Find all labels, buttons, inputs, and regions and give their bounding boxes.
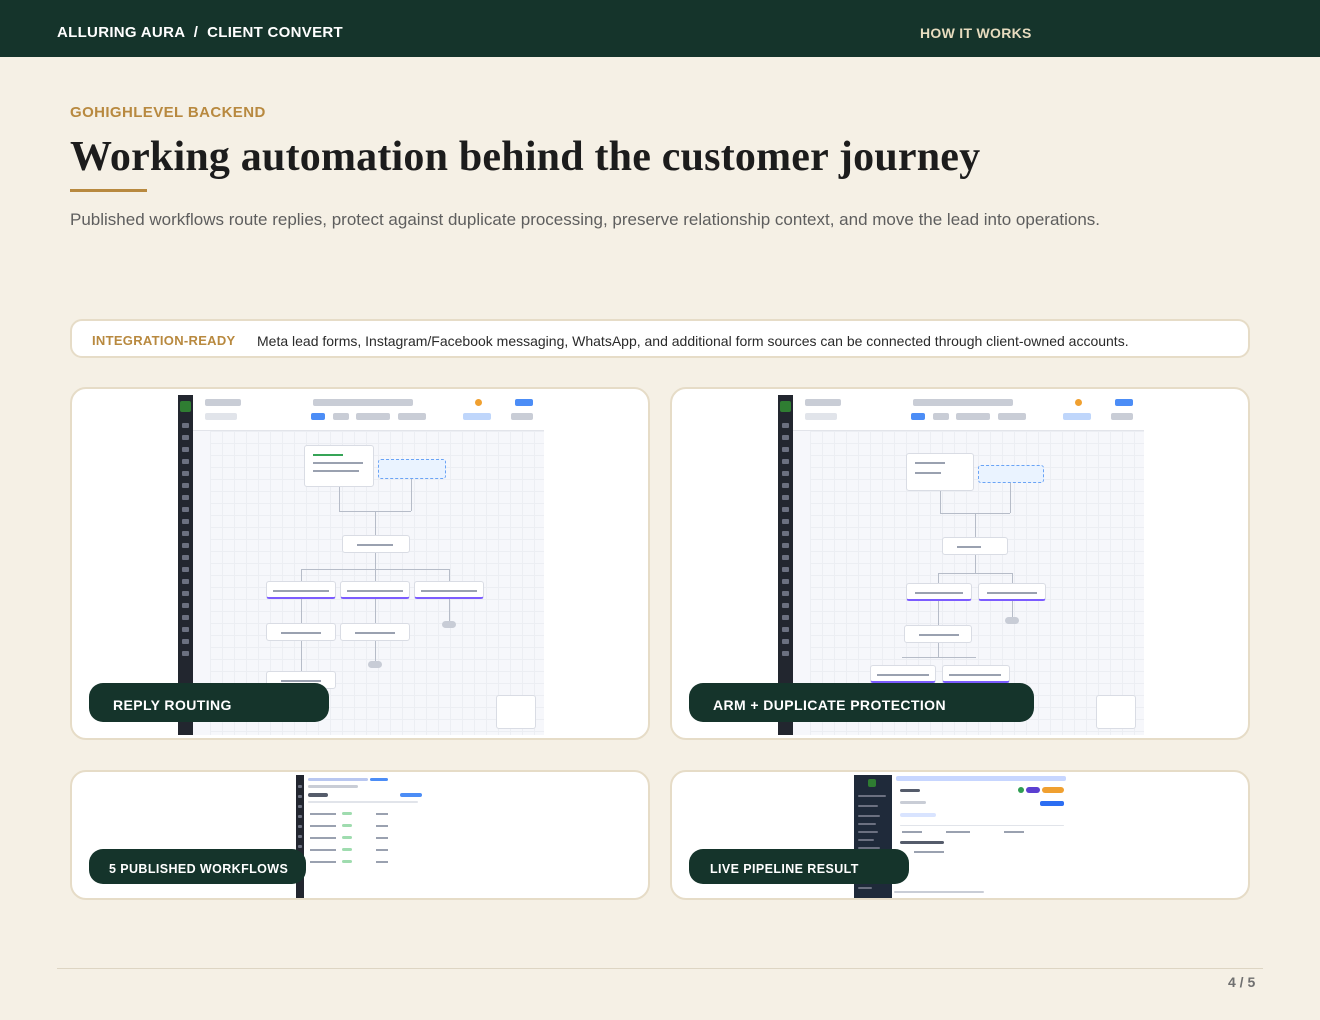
trigger-node [304, 445, 374, 487]
builder-toolbar [793, 395, 1144, 431]
none-branch-node [942, 665, 1010, 683]
reply-routing-badge: REPLY ROUTING [89, 683, 329, 722]
brand-breadcrumb: ALLURING AURA / CLIENT CONVERT [57, 24, 343, 41]
arm-duplicate-card: ARM + DUPLICATE PROTECTION [670, 387, 1250, 740]
add-trigger-node [378, 459, 446, 479]
find-contact-node [942, 537, 1008, 555]
branch-human-node [266, 581, 336, 599]
workflows-list-screenshot [296, 775, 428, 898]
section-label: HOW IT WORKS [920, 25, 1032, 41]
app-logo-icon [868, 779, 876, 787]
footer-divider [57, 968, 1263, 969]
branch-none-node [414, 581, 484, 599]
human-handoff-node [266, 623, 336, 641]
published-workflows-card: 5 PUBLISHED WORKFLOWS [70, 770, 650, 900]
integration-tag: INTEGRATION-READY [92, 333, 236, 348]
duplicate-result-node [870, 665, 936, 683]
add-trigger-node [978, 465, 1044, 483]
branch-book-node [340, 581, 410, 599]
contact-found-node [906, 583, 972, 601]
contact-not-found-node [978, 583, 1046, 601]
eyebrow-label: GOHIGHLEVEL BACKEND [70, 104, 266, 121]
trigger-node [906, 453, 974, 491]
page-number: 4 / 5 [1228, 974, 1256, 990]
book-send-node [340, 623, 410, 641]
app-logo-icon [780, 401, 791, 412]
integration-banner: INTEGRATION-READY Meta lead forms, Insta… [70, 319, 1250, 358]
router-node [342, 535, 410, 553]
app-logo-icon [180, 401, 191, 412]
title-underline [70, 189, 147, 192]
builder-toolbar [193, 395, 544, 431]
arm-duplicate-badge: ARM + DUPLICATE PROTECTION [689, 683, 1034, 722]
top-bar: ALLURING AURA / CLIENT CONVERT HOW IT WO… [0, 0, 1320, 57]
minimap [496, 695, 536, 729]
reply-routing-card: REPLY ROUTING [70, 387, 650, 740]
published-workflows-badge: 5 PUBLISHED WORKFLOWS [89, 849, 306, 884]
page-subtitle: Published workflows route replies, prote… [70, 210, 1101, 229]
arm-duplicate-protection-node [904, 625, 972, 643]
minimap [1096, 695, 1136, 729]
integration-description: Meta lead forms, Instagram/Facebook mess… [257, 333, 1129, 349]
live-pipeline-card: LIVE PIPELINE RESULT [670, 770, 1250, 900]
page-title: Working automation behind the customer j… [70, 134, 981, 180]
live-pipeline-badge: LIVE PIPELINE RESULT [689, 849, 909, 884]
